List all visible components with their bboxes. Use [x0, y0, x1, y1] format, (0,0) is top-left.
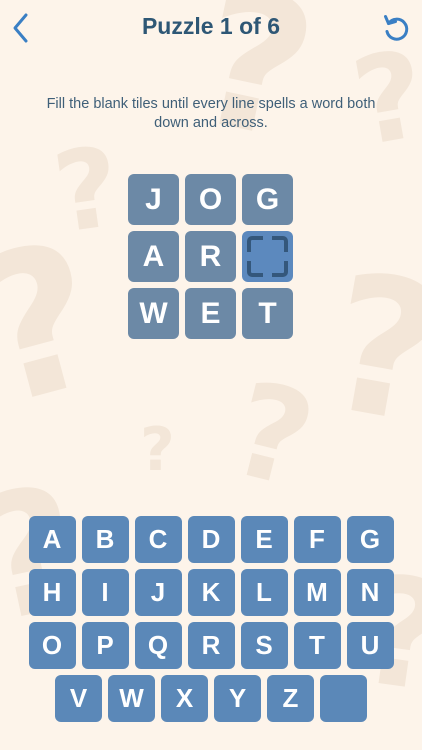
puzzle-tile[interactable]: T — [242, 288, 293, 339]
key-d[interactable]: D — [187, 516, 235, 563]
key-blank[interactable] — [320, 675, 367, 722]
selection-corner — [272, 261, 288, 277]
puzzle-tile-selected-empty[interactable] — [242, 231, 293, 282]
puzzle-grid: J O G A R W E T — [128, 174, 293, 339]
key-c[interactable]: C — [134, 516, 182, 563]
key-v[interactable]: V — [55, 675, 102, 722]
selection-corner — [247, 261, 263, 277]
key-i[interactable]: I — [81, 569, 129, 616]
keyboard-row: A B C D E F G — [0, 516, 422, 563]
keyboard-row: O P Q R S T U — [0, 622, 422, 669]
top-bar: Puzzle 1 of 6 — [0, 0, 422, 58]
key-g[interactable]: G — [346, 516, 394, 563]
key-e[interactable]: E — [240, 516, 288, 563]
reset-button[interactable] — [380, 10, 412, 46]
key-u[interactable]: U — [346, 622, 394, 669]
puzzle-tile[interactable]: O — [185, 174, 236, 225]
key-z[interactable]: Z — [267, 675, 314, 722]
key-y[interactable]: Y — [214, 675, 261, 722]
key-w[interactable]: W — [108, 675, 155, 722]
key-s[interactable]: S — [240, 622, 288, 669]
selection-corner — [247, 236, 263, 252]
key-m[interactable]: M — [293, 569, 341, 616]
keyboard-row: H I J K L M N — [0, 569, 422, 616]
background-question-mark: ? — [0, 196, 125, 453]
key-k[interactable]: K — [187, 569, 235, 616]
key-n[interactable]: N — [346, 569, 394, 616]
puzzle-tile[interactable]: E — [185, 288, 236, 339]
puzzle-tile[interactable]: G — [242, 174, 293, 225]
puzzle-tile[interactable]: A — [128, 231, 179, 282]
key-j[interactable]: J — [134, 569, 182, 616]
key-r[interactable]: R — [187, 622, 235, 669]
key-a[interactable]: A — [28, 516, 76, 563]
key-b[interactable]: B — [81, 516, 129, 563]
puzzle-tile[interactable]: R — [185, 231, 236, 282]
key-x[interactable]: X — [161, 675, 208, 722]
undo-icon — [384, 15, 409, 41]
key-h[interactable]: H — [28, 569, 76, 616]
key-o[interactable]: O — [28, 622, 76, 669]
instructions-text: Fill the blank tiles until every line sp… — [46, 96, 376, 131]
key-f[interactable]: F — [293, 516, 341, 563]
key-l[interactable]: L — [240, 569, 288, 616]
background-question-mark: ? — [46, 122, 128, 258]
puzzle-tile[interactable]: W — [128, 288, 179, 339]
keyboard-row: V W X Y Z — [0, 675, 422, 722]
key-t[interactable]: T — [293, 622, 341, 669]
background-question-mark: ? — [311, 231, 422, 468]
letter-keyboard: A B C D E F G H I J K L M N O P Q R S T … — [0, 516, 422, 728]
key-q[interactable]: Q — [134, 622, 182, 669]
background-question-mark: ? — [217, 352, 328, 518]
background-question-mark: ? — [140, 415, 175, 485]
page-title: Puzzle 1 of 6 — [141, 13, 281, 39]
puzzle-tile[interactable]: J — [128, 174, 179, 225]
selection-corner — [272, 236, 288, 252]
key-p[interactable]: P — [81, 622, 129, 669]
